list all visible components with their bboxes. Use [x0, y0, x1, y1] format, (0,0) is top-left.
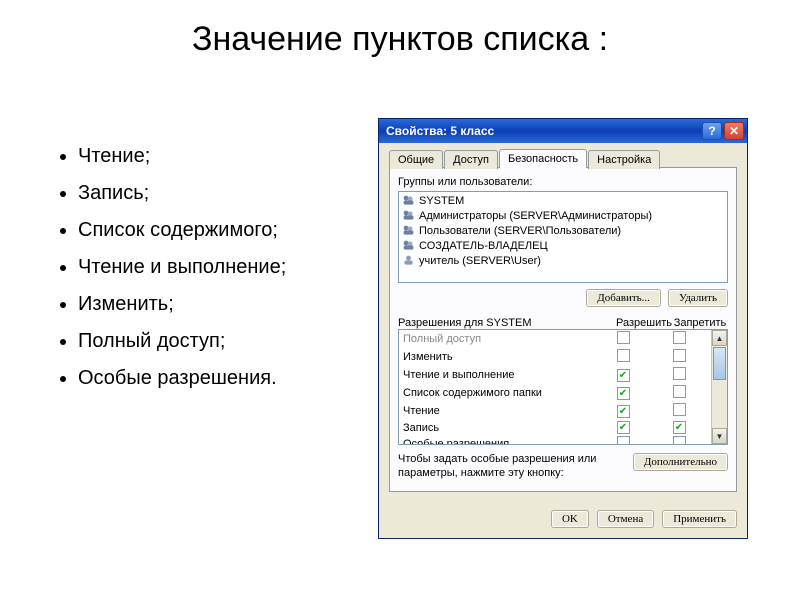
allow-checkbox[interactable]: ✔	[617, 421, 630, 434]
permission-name: Полный доступ	[403, 333, 595, 345]
list-item[interactable]: учитель (SERVER\User)	[400, 253, 726, 268]
list-item[interactable]: СОЗДАТЕЛЬ-ВЛАДЕЛЕЦ	[400, 238, 726, 253]
user-icon	[402, 254, 415, 267]
permission-row: Чтение и выполнение ✔	[399, 366, 711, 384]
advanced-button[interactable]: Дополнительно	[633, 453, 728, 471]
group-icon	[402, 194, 415, 207]
groups-label: Группы или пользователи:	[398, 176, 728, 188]
properties-dialog: Свойства: 5 класс ? ✕ Общие Доступ Безоп…	[378, 118, 748, 539]
deny-checkbox[interactable]	[673, 436, 686, 444]
close-button[interactable]: ✕	[724, 122, 744, 140]
scrollbar[interactable]: ▲ ▼	[711, 330, 727, 444]
tab-security[interactable]: Безопасность	[499, 149, 587, 168]
tab-general[interactable]: Общие	[389, 150, 443, 169]
permissions-header: Разрешения для SYSTEM Разрешить Запретит…	[398, 317, 728, 329]
permissions-listbox: Полный доступ Изменить Чтение и выполнение…	[398, 329, 728, 445]
group-icon	[402, 209, 415, 222]
special-permissions-text: Чтобы задать особые разрешения или парам…	[398, 453, 623, 481]
permission-name: Чтение и выполнение	[403, 369, 595, 381]
deny-checkbox[interactable]	[673, 349, 686, 362]
deny-checkbox[interactable]	[673, 403, 686, 416]
apply-button[interactable]: Применить	[662, 510, 737, 528]
scroll-up-button[interactable]: ▲	[712, 330, 727, 346]
list-item[interactable]: Пользователи (SERVER\Пользователи)	[400, 223, 726, 238]
list-item[interactable]: SYSTEM	[400, 193, 726, 208]
list-item[interactable]: Администраторы (SERVER\Администраторы)	[400, 208, 726, 223]
list-item: Чтение и выполнение;	[78, 256, 286, 279]
deny-checkbox[interactable]	[673, 367, 686, 380]
list-item: Чтение;	[78, 145, 286, 168]
list-item: Список содержимого;	[78, 219, 286, 242]
permission-name: Список содержимого папки	[403, 387, 595, 399]
allow-checkbox[interactable]: ✔	[617, 405, 630, 418]
permission-row: Запись ✔ ✔	[399, 420, 711, 435]
bullet-list: Чтение; Запись; Список содержимого; Чтен…	[38, 131, 286, 404]
allow-checkbox[interactable]: ✔	[617, 387, 630, 400]
permission-name: Изменить	[403, 351, 595, 363]
group-icon	[402, 239, 415, 252]
permission-name: Особые разрешения	[403, 438, 595, 444]
allow-checkbox[interactable]	[617, 331, 630, 344]
group-icon	[402, 224, 415, 237]
permission-row: Список содержимого папки ✔	[399, 384, 711, 402]
tab-customize[interactable]: Настройка	[588, 150, 660, 169]
deny-checkbox[interactable]	[673, 385, 686, 398]
tab-sharing[interactable]: Доступ	[444, 150, 498, 169]
list-item: Полный доступ;	[78, 330, 286, 353]
deny-checkbox[interactable]	[673, 331, 686, 344]
list-item: Запись;	[78, 182, 286, 205]
slide-title: Значение пунктов списка :	[0, 0, 800, 69]
list-item: Особые разрешения.	[78, 367, 286, 390]
ok-button[interactable]: OK	[551, 510, 589, 528]
remove-button[interactable]: Удалить	[668, 289, 728, 307]
allow-checkbox[interactable]	[617, 436, 630, 444]
permission-row: Полный доступ	[399, 330, 711, 348]
users-listbox[interactable]: SYSTEM Администраторы (SERVER\Администра…	[398, 191, 728, 283]
add-button[interactable]: Добавить...	[586, 289, 661, 307]
tab-panel-security: Группы или пользователи: SYSTEM Админист…	[389, 167, 737, 492]
permission-row: Изменить	[399, 348, 711, 366]
scroll-down-button[interactable]: ▼	[712, 428, 727, 444]
permission-row: Чтение ✔	[399, 402, 711, 420]
permission-name: Чтение	[403, 405, 595, 417]
cancel-button[interactable]: Отмена	[597, 510, 654, 528]
help-button[interactable]: ?	[702, 122, 722, 140]
allow-checkbox[interactable]: ✔	[617, 369, 630, 382]
allow-checkbox[interactable]	[617, 349, 630, 362]
permission-name: Запись	[403, 422, 595, 434]
permission-row: Особые разрешения	[399, 435, 711, 444]
list-item: Изменить;	[78, 293, 286, 316]
titlebar-text: Свойства: 5 класс	[386, 124, 700, 138]
tab-strip: Общие Доступ Безопасность Настройка	[389, 149, 737, 168]
dialog-footer: OK Отмена Применить	[379, 502, 747, 538]
deny-checkbox[interactable]: ✔	[673, 421, 686, 434]
scroll-thumb[interactable]	[713, 347, 726, 380]
titlebar[interactable]: Свойства: 5 класс ? ✕	[379, 119, 747, 143]
